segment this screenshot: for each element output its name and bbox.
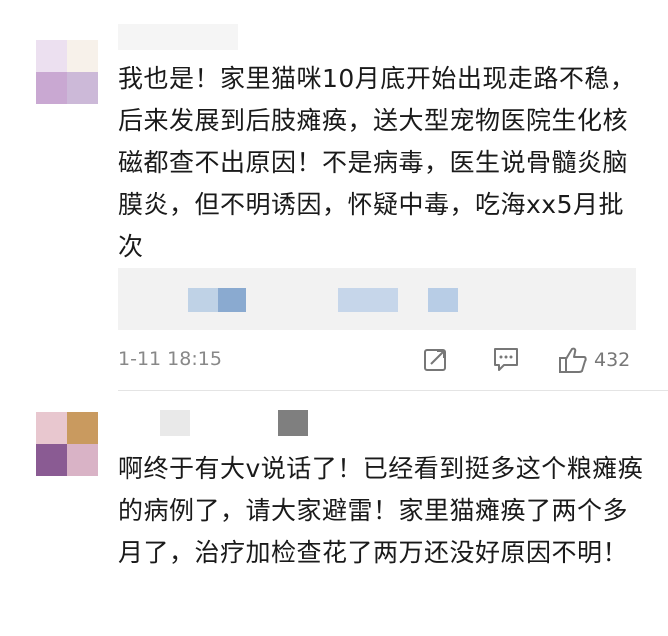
blurred-text <box>188 288 218 312</box>
username-blurred[interactable] <box>278 410 308 436</box>
username-blurred[interactable] <box>160 410 190 436</box>
blurred-text <box>428 288 458 312</box>
blurred-text <box>338 288 398 312</box>
comment-meta: 1-11 18:15 432 <box>118 342 638 382</box>
timestamp: 1-11 18:15 <box>118 348 222 370</box>
reply-button[interactable] <box>492 346 520 372</box>
like-button[interactable]: 432 <box>558 346 630 374</box>
avatar-pixel <box>67 412 98 444</box>
avatar[interactable] <box>36 412 98 476</box>
avatar-pixel <box>36 444 67 476</box>
comment-2: 啊终于有大v说话了！已经看到挺多这个粮瘫痪的病例了，请大家避雷！家里猫瘫痪了两个… <box>0 0 668 567</box>
like-count: 432 <box>594 349 631 371</box>
comment-bubble-icon <box>494 348 518 371</box>
share-button[interactable] <box>423 346 449 372</box>
comment-divider <box>118 390 668 391</box>
share-icon <box>424 349 446 371</box>
blurred-text <box>218 288 246 312</box>
comment-text: 啊终于有大v说话了！已经看到挺多这个粮瘫痪的病例了，请大家避雷！家里猫瘫痪了两个… <box>118 454 644 567</box>
avatar-pixel <box>36 412 67 444</box>
thumbs-up-icon <box>559 347 587 373</box>
quoted-content[interactable] <box>118 268 636 330</box>
avatar-pixel <box>67 444 98 476</box>
